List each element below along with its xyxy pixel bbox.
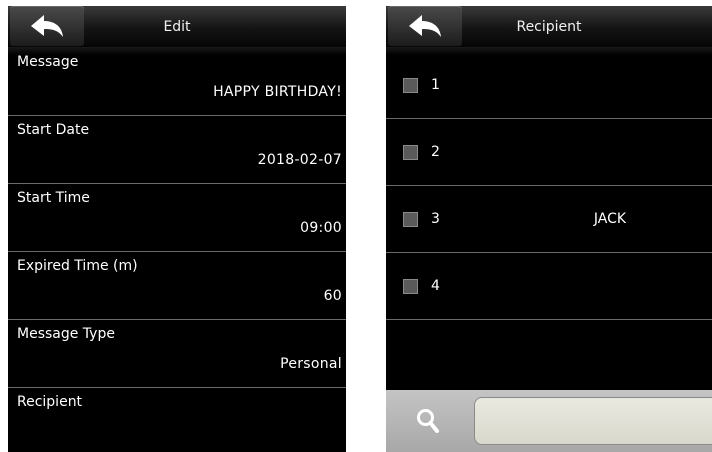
message-field[interactable]: Message HAPPY BIRTHDAY! — [8, 48, 346, 116]
recipient-number: 4 — [431, 278, 440, 294]
field-label: Recipient — [17, 394, 83, 410]
field-value: 2018-02-07 — [257, 152, 342, 168]
search-bar — [386, 390, 712, 452]
edit-screen: Edit Message HAPPY BIRTHDAY! Start Date … — [8, 6, 346, 452]
field-label: Start Date — [17, 122, 90, 138]
recipient-row[interactable]: 4 — [386, 253, 712, 320]
recipient-row[interactable]: 1 — [386, 52, 712, 119]
field-value: Personal — [280, 356, 342, 372]
checkbox-unchecked-icon[interactable] — [403, 145, 418, 160]
recipient-header: Recipient — [386, 6, 712, 48]
field-label: Expired Time (m) — [17, 258, 138, 274]
field-label: Message — [17, 54, 79, 70]
expired-time-field[interactable]: Expired Time (m) 60 — [8, 252, 346, 320]
checkbox-unchecked-icon[interactable] — [403, 279, 418, 294]
recipient-number: 2 — [431, 144, 440, 160]
checkbox-unchecked-icon[interactable] — [403, 78, 418, 93]
field-value: 09:00 — [300, 220, 342, 236]
field-label: Start Time — [17, 190, 90, 206]
magnifier-icon[interactable] — [416, 408, 440, 434]
field-value: HAPPY BIRTHDAY! — [213, 84, 342, 100]
start-date-field[interactable]: Start Date 2018-02-07 — [8, 116, 346, 184]
field-label: Message Type — [17, 326, 115, 342]
recipient-row[interactable]: 3 JACK — [386, 186, 712, 253]
search-input[interactable] — [474, 397, 712, 445]
recipient-field[interactable]: Recipient — [8, 388, 346, 452]
message-type-field[interactable]: Message Type Personal — [8, 320, 346, 388]
edit-header: Edit — [8, 6, 346, 48]
recipient-number: 1 — [431, 77, 440, 93]
recipient-row[interactable]: 2 — [386, 119, 712, 186]
field-value: 60 — [323, 288, 342, 304]
page-title: Edit — [163, 19, 191, 35]
recipient-screen: Recipient 1 2 3 JACK 4 — [386, 6, 712, 452]
page-title: Recipient — [516, 19, 582, 35]
recipient-name: JACK — [593, 211, 627, 227]
start-time-field[interactable]: Start Time 09:00 — [8, 184, 346, 252]
